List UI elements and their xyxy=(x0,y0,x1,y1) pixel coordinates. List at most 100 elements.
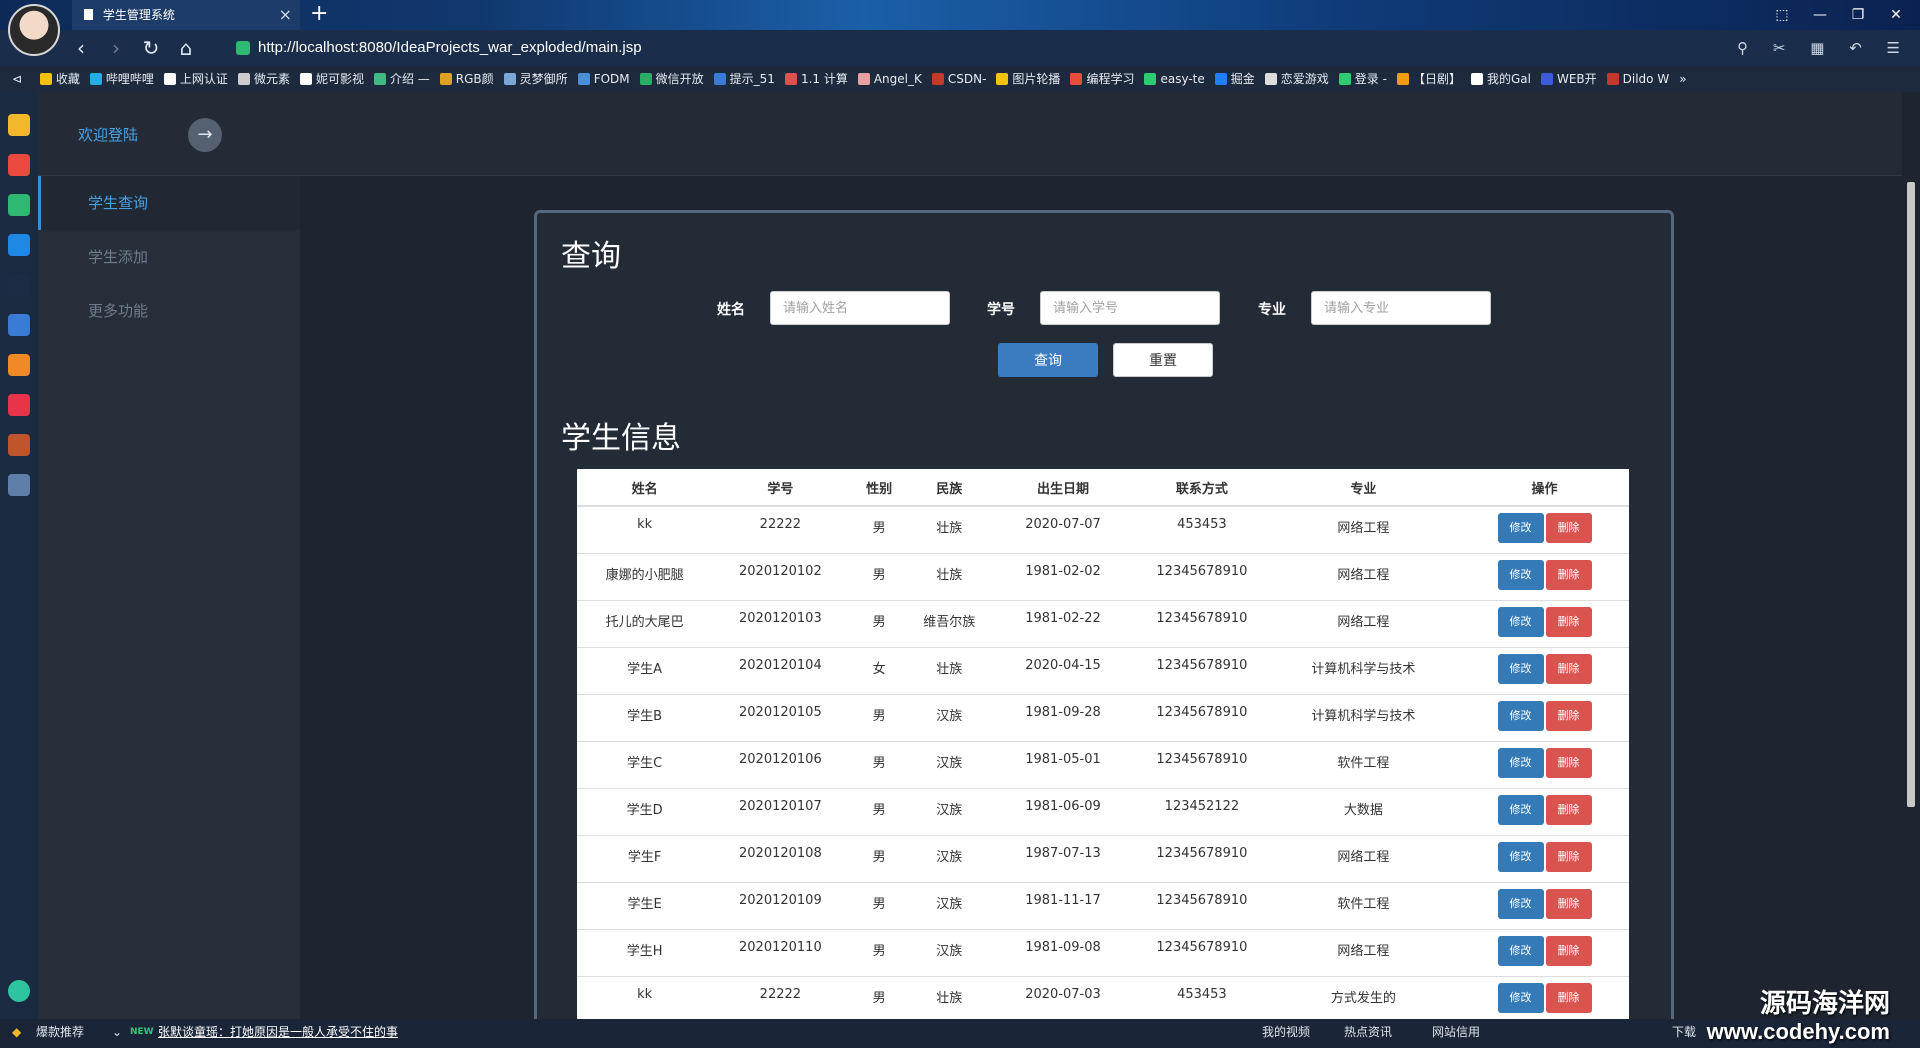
new-tab-button[interactable]: + xyxy=(310,2,328,26)
bookmark-item[interactable]: easy-te xyxy=(1144,66,1205,92)
bookmark-item[interactable]: 图片轮播 xyxy=(996,66,1060,92)
minimize-button[interactable]: — xyxy=(1801,0,1839,30)
reset-button[interactable]: 重置 xyxy=(1113,343,1213,377)
edit-button[interactable]: 修改 xyxy=(1497,794,1544,825)
bookmark-item[interactable]: 掘金 xyxy=(1214,66,1255,92)
sidebar-item-more[interactable]: 更多功能 xyxy=(38,284,300,338)
edit-button[interactable]: 修改 xyxy=(1497,747,1544,778)
forward-button[interactable]: › xyxy=(101,34,131,62)
edit-button[interactable]: 修改 xyxy=(1497,559,1544,590)
bookmark-item[interactable]: WEB开 xyxy=(1540,66,1597,92)
mail-app-icon[interactable] xyxy=(8,194,30,216)
cell-student-id: 22222 xyxy=(712,975,849,1019)
chevron-down-icon[interactable]: ⌄ xyxy=(112,1019,122,1045)
game-app-icon[interactable] xyxy=(8,434,30,456)
maximize-button[interactable]: ❐ xyxy=(1839,0,1877,30)
browser-tab[interactable]: 学生管理系统 × xyxy=(72,0,300,30)
name-input[interactable] xyxy=(770,291,950,325)
bookmark-item[interactable]: 1.1 计算 xyxy=(784,66,848,92)
scrollbar-thumb[interactable] xyxy=(1907,182,1915,807)
bookmark-item[interactable]: 收藏 xyxy=(39,66,80,92)
favorites-app-icon[interactable] xyxy=(8,114,30,136)
bookmark-item[interactable]: 提示_51 xyxy=(713,66,775,92)
edit-button[interactable]: 修改 xyxy=(1497,653,1544,684)
my-video-link[interactable]: 我的视频 xyxy=(1262,1019,1310,1045)
delete-button[interactable]: 删除 xyxy=(1545,794,1592,825)
vertical-scrollbar[interactable] xyxy=(1902,92,1920,1019)
bookmark-label: 登录 - xyxy=(1354,72,1387,86)
bookmark-item[interactable]: 恋爱游戏 xyxy=(1264,66,1329,92)
bookmark-item[interactable]: 登录 - xyxy=(1338,66,1387,92)
cell-name: 学生B xyxy=(577,693,713,741)
delete-button[interactable]: 删除 xyxy=(1545,747,1592,778)
add-app-icon[interactable] xyxy=(8,980,30,1002)
edit-button[interactable]: 修改 xyxy=(1497,888,1544,919)
sidebar-toggle-icon[interactable]: ⊲ xyxy=(12,66,22,92)
bookmark-item[interactable]: 哔哩哔哩 xyxy=(89,66,154,92)
reload-button[interactable]: ↻ xyxy=(136,34,166,62)
bookmark-item[interactable]: Dildo W xyxy=(1606,66,1669,92)
weibo-app-icon[interactable] xyxy=(8,154,30,176)
delete-button[interactable]: 删除 xyxy=(1545,935,1592,966)
bookmark-item[interactable]: 介绍 — xyxy=(373,66,430,92)
news-link[interactable]: 张默谈童瑶：打她原因是一般人承受不住的事 xyxy=(158,1019,398,1045)
major-input[interactable] xyxy=(1311,291,1491,325)
delete-button[interactable]: 删除 xyxy=(1545,841,1592,872)
tab-close-icon[interactable]: × xyxy=(279,0,292,30)
bookmark-item[interactable]: 编程学习 xyxy=(1070,66,1134,92)
hot-recommend[interactable]: 爆款推荐 xyxy=(36,1019,84,1045)
arrow-right-icon[interactable]: → xyxy=(188,118,222,152)
bookmark-label: 提示_51 xyxy=(729,72,775,86)
edit-button[interactable]: 修改 xyxy=(1497,513,1544,543)
student-id-label: 学号 xyxy=(987,302,1015,318)
bookmark-item[interactable]: FODM xyxy=(577,66,630,92)
edit-button[interactable]: 修改 xyxy=(1497,700,1544,731)
sidebar-item-student-add[interactable]: 学生添加 xyxy=(38,230,300,284)
delete-button[interactable]: 删除 xyxy=(1545,700,1592,731)
p-app-icon[interactable] xyxy=(8,234,30,256)
edit-button[interactable]: 修改 xyxy=(1497,982,1544,1013)
back-button[interactable]: ‹ xyxy=(66,34,96,62)
delete-button[interactable]: 删除 xyxy=(1545,888,1592,919)
delete-button[interactable]: 删除 xyxy=(1545,606,1592,637)
toolbar-icons[interactable]: ⚲ ✂ ▦ ↶ ☰ xyxy=(1737,34,1910,62)
bookmark-item[interactable]: 我的Gal xyxy=(1470,66,1531,92)
bookmark-item[interactable]: 微元素 xyxy=(237,66,290,92)
hot-news-link[interactable]: 热点资讯 xyxy=(1344,1019,1392,1045)
site-trust-link[interactable]: 网站信用 xyxy=(1432,1019,1480,1045)
student-id-input[interactable] xyxy=(1040,291,1220,325)
page-icon xyxy=(84,9,93,20)
bookmark-item[interactable]: 【日剧】 xyxy=(1396,66,1461,92)
close-window-button[interactable]: ✕ xyxy=(1877,0,1915,30)
url-text[interactable]: http://localhost:8080/IdeaProjects_war_e… xyxy=(258,34,642,62)
download-link[interactable]: 下载 xyxy=(1672,1019,1696,1045)
doc-app-icon[interactable] xyxy=(8,314,30,336)
bookmark-item[interactable]: » xyxy=(1679,66,1686,92)
cell-birthdate: 1987-07-13 xyxy=(988,834,1138,882)
bookmark-item[interactable]: 微信开放 xyxy=(639,66,704,92)
edit-button[interactable]: 修改 xyxy=(1497,841,1544,872)
delete-button[interactable]: 删除 xyxy=(1545,982,1592,1013)
bookmark-item[interactable]: CSDN- xyxy=(931,66,986,92)
novel-app-icon[interactable] xyxy=(8,354,30,376)
shop-app-icon[interactable] xyxy=(8,394,30,416)
skin-icon[interactable]: ⬚ xyxy=(1763,0,1801,30)
news-app-icon[interactable] xyxy=(8,274,30,296)
bookmark-item[interactable]: 妮可影视 xyxy=(299,66,364,92)
delete-button[interactable]: 删除 xyxy=(1545,653,1592,684)
bookmark-item[interactable]: Angel_K xyxy=(857,66,922,92)
edit-button[interactable]: 修改 xyxy=(1497,606,1544,637)
profile-avatar[interactable] xyxy=(8,4,60,56)
search-button[interactable]: 查询 xyxy=(998,343,1098,377)
bookmark-item[interactable]: 灵梦御所 xyxy=(503,66,568,92)
url-field[interactable]: http://localhost:8080/IdeaProjects_war_e… xyxy=(228,34,1678,62)
game2-app-icon[interactable] xyxy=(8,474,30,496)
bookmark-item[interactable]: RGB颜 xyxy=(439,66,494,92)
delete-button[interactable]: 删除 xyxy=(1545,559,1592,590)
sidebar-item-student-query[interactable]: 学生查询 xyxy=(38,176,300,230)
cell-major: 软件工程 xyxy=(1266,881,1461,929)
bookmark-item[interactable]: 上网认证 xyxy=(163,66,228,92)
home-button[interactable]: ⌂ xyxy=(171,34,201,62)
edit-button[interactable]: 修改 xyxy=(1497,935,1544,966)
delete-button[interactable]: 删除 xyxy=(1545,513,1592,543)
